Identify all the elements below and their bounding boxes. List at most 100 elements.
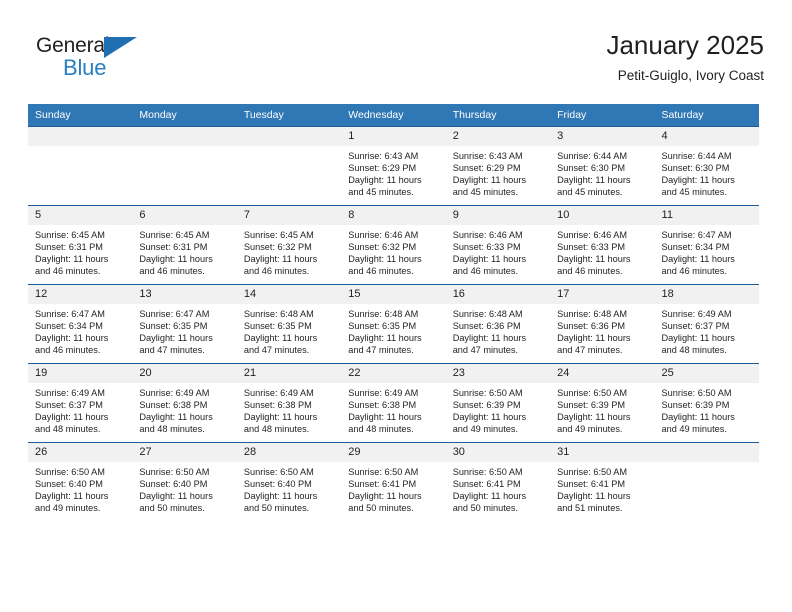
day-number — [654, 443, 759, 462]
daylight-duration-line1: Daylight: 11 hours — [557, 333, 631, 344]
sunrise-time: Sunrise: 6:47 AM — [139, 309, 210, 319]
daylight-duration-line2: and 46 minutes. — [661, 266, 727, 277]
calendar-empty-cell — [132, 126, 237, 206]
day-number — [236, 127, 342, 146]
day-number: 27 — [132, 443, 237, 462]
day-number: 11 — [654, 206, 759, 225]
day-details: Sunrise: 6:47 AM Sunset: 6:35 PM Daylight:… — [132, 304, 236, 356]
calendar-day-cell[interactable]: 2 Sunrise: 6:43 AM Sunset: 6:29 PM Daylight… — [445, 126, 551, 206]
daylight-duration-line2: and 51 minutes. — [557, 503, 623, 514]
daylight-duration-line2: and 47 minutes. — [243, 345, 310, 356]
day-number: 12 — [28, 285, 133, 304]
calendar-day-cell[interactable]: 22 Sunrise: 6:49 AM Sunset: 6:38 PM Dayligh… — [341, 363, 446, 443]
day-number: 18 — [654, 285, 759, 304]
calendar-day-cell[interactable]: 31 Sunrise: 6:50 AM Sunset: 6:41 PM Dayligh… — [550, 442, 655, 521]
calendar-day-cell[interactable]: 15 Sunrise: 6:48 AM Sunset: 6:35 PM Dayligh… — [341, 284, 446, 364]
daylight-duration-line2: and 48 minutes. — [139, 424, 205, 435]
sunrise-sunset-calendar: Sunday Monday Tuesday Wednesday Thursday… — [28, 104, 759, 521]
day-number: 10 — [550, 206, 655, 225]
calendar-day-cell[interactable]: 30 Sunrise: 6:50 AM Sunset: 6:41 PM Dayligh… — [445, 442, 551, 521]
calendar-body: 1 Sunrise: 6:43 AM Sunset: 6:29 PM Daylight… — [28, 126, 759, 521]
day-details: Sunrise: 6:45 AM Sunset: 6:31 PM Daylight:… — [132, 225, 236, 277]
daylight-duration-line2: and 45 minutes. — [557, 187, 623, 198]
calendar-day-cell[interactable]: 6 Sunrise: 6:45 AM Sunset: 6:31 PM Daylight… — [132, 205, 237, 285]
calendar-day-cell[interactable]: 3 Sunrise: 6:44 AM Sunset: 6:30 PM Daylight… — [550, 126, 655, 206]
sunset-time: Sunset: 6:30 PM — [557, 163, 626, 174]
calendar-day-cell[interactable]: 1 Sunrise: 6:43 AM Sunset: 6:29 PM Daylight… — [341, 126, 446, 206]
calendar-day-cell[interactable]: 21 Sunrise: 6:49 AM Sunset: 6:38 PM Dayligh… — [236, 363, 342, 443]
sunrise-time: Sunrise: 6:50 AM — [452, 467, 523, 477]
sunrise-time: Sunrise: 6:44 AM — [557, 151, 628, 161]
calendar-day-cell[interactable]: 19 Sunrise: 6:49 AM Sunset: 6:37 PM Dayligh… — [28, 363, 133, 443]
day-details: Sunrise: 6:46 AM Sunset: 6:33 PM Daylight:… — [446, 225, 550, 277]
day-number: 9 — [445, 206, 551, 225]
day-number: 13 — [132, 285, 237, 304]
day-number: 4 — [654, 127, 759, 146]
day-number: 17 — [550, 285, 655, 304]
daylight-duration-line1: Daylight: 11 hours — [348, 333, 422, 344]
daylight-duration-line2: and 50 minutes. — [243, 503, 310, 514]
sunrise-time: Sunrise: 6:49 AM — [243, 388, 314, 398]
day-number — [132, 127, 237, 146]
daylight-duration-line2: and 45 minutes. — [452, 187, 519, 198]
daylight-duration-line2: and 47 minutes. — [348, 345, 414, 356]
calendar-day-cell[interactable]: 20 Sunrise: 6:49 AM Sunset: 6:38 PM Dayligh… — [132, 363, 237, 443]
calendar-day-cell[interactable]: 11 Sunrise: 6:47 AM Sunset: 6:34 PM Dayligh… — [654, 205, 759, 285]
day-details: Sunrise: 6:43 AM Sunset: 6:29 PM Daylight:… — [341, 146, 445, 198]
calendar-day-cell[interactable]: 17 Sunrise: 6:48 AM Sunset: 6:36 PM Dayligh… — [550, 284, 655, 364]
sunrise-time: Sunrise: 6:46 AM — [557, 230, 628, 240]
day-number: 15 — [341, 285, 446, 304]
day-details: Sunrise: 6:50 AM Sunset: 6:40 PM Daylight:… — [28, 462, 132, 514]
daylight-duration-line1: Daylight: 11 hours — [452, 333, 527, 344]
daylight-duration-line1: Daylight: 11 hours — [35, 491, 109, 502]
calendar-day-cell[interactable]: 4 Sunrise: 6:44 AM Sunset: 6:30 PM Daylight… — [654, 126, 759, 206]
daylight-duration-line2: and 48 minutes. — [348, 424, 414, 435]
day-details: Sunrise: 6:50 AM Sunset: 6:39 PM Daylight:… — [655, 383, 759, 435]
daylight-duration-line1: Daylight: 11 hours — [348, 254, 422, 265]
sunset-time: Sunset: 6:36 PM — [452, 321, 521, 332]
day-details: Sunrise: 6:48 AM Sunset: 6:35 PM Daylight:… — [237, 304, 341, 356]
calendar-day-cell[interactable]: 27 Sunrise: 6:50 AM Sunset: 6:40 PM Dayligh… — [132, 442, 237, 521]
sunrise-time: Sunrise: 6:46 AM — [348, 230, 419, 240]
calendar-page: General Blue January 2025 Petit-Guiglo, … — [0, 0, 792, 612]
calendar-day-cell[interactable]: 13 Sunrise: 6:47 AM Sunset: 6:35 PM Dayligh… — [132, 284, 237, 364]
calendar-day-cell[interactable]: 12 Sunrise: 6:47 AM Sunset: 6:34 PM Dayligh… — [28, 284, 133, 364]
daylight-duration-line1: Daylight: 11 hours — [243, 412, 318, 423]
daylight-duration-line1: Daylight: 11 hours — [139, 254, 213, 265]
day-details: Sunrise: 6:49 AM Sunset: 6:38 PM Daylight:… — [237, 383, 341, 435]
calendar-day-cell[interactable]: 8 Sunrise: 6:46 AM Sunset: 6:32 PM Daylight… — [341, 205, 446, 285]
calendar-day-cell[interactable]: 23 Sunrise: 6:50 AM Sunset: 6:39 PM Dayligh… — [445, 363, 551, 443]
general-blue-logo[interactable]: General Blue — [36, 34, 166, 86]
calendar-day-cell[interactable]: 5 Sunrise: 6:45 AM Sunset: 6:31 PM Daylight… — [28, 205, 133, 285]
daylight-duration-line1: Daylight: 11 hours — [139, 333, 213, 344]
calendar-day-cell[interactable]: 24 Sunrise: 6:50 AM Sunset: 6:39 PM Dayligh… — [550, 363, 655, 443]
calendar-week-row: 1 Sunrise: 6:43 AM Sunset: 6:29 PM Daylight… — [28, 126, 759, 206]
page-header: General Blue January 2025 Petit-Guiglo, … — [28, 28, 764, 98]
sunset-time: Sunset: 6:35 PM — [243, 321, 312, 332]
day-number: 8 — [341, 206, 446, 225]
day-number: 29 — [341, 443, 446, 462]
day-number: 24 — [550, 364, 655, 383]
calendar-day-cell[interactable]: 10 Sunrise: 6:46 AM Sunset: 6:33 PM Dayligh… — [550, 205, 655, 285]
calendar-week-row: 5 Sunrise: 6:45 AM Sunset: 6:31 PM Daylight… — [28, 205, 759, 285]
daylight-duration-line2: and 46 minutes. — [35, 345, 101, 356]
calendar-day-cell[interactable]: 25 Sunrise: 6:50 AM Sunset: 6:39 PM Dayligh… — [654, 363, 759, 443]
calendar-day-cell[interactable]: 18 Sunrise: 6:49 AM Sunset: 6:37 PM Dayligh… — [654, 284, 759, 364]
sunset-time: Sunset: 6:35 PM — [348, 321, 417, 332]
calendar-day-cell[interactable]: 14 Sunrise: 6:48 AM Sunset: 6:35 PM Dayligh… — [236, 284, 342, 364]
daylight-duration-line1: Daylight: 11 hours — [35, 333, 109, 344]
day-number: 21 — [236, 364, 342, 383]
day-number: 3 — [550, 127, 655, 146]
sunset-time: Sunset: 6:40 PM — [243, 479, 312, 490]
calendar-day-cell[interactable]: 16 Sunrise: 6:48 AM Sunset: 6:36 PM Dayligh… — [445, 284, 551, 364]
calendar-day-cell[interactable]: 26 Sunrise: 6:50 AM Sunset: 6:40 PM Dayligh… — [28, 442, 133, 521]
calendar-day-cell[interactable]: 29 Sunrise: 6:50 AM Sunset: 6:41 PM Dayligh… — [341, 442, 446, 521]
calendar-day-cell[interactable]: 7 Sunrise: 6:45 AM Sunset: 6:32 PM Daylight… — [236, 205, 342, 285]
sunrise-time: Sunrise: 6:48 AM — [557, 309, 628, 319]
daylight-duration-line1: Daylight: 11 hours — [243, 254, 318, 265]
calendar-day-cell[interactable]: 9 Sunrise: 6:46 AM Sunset: 6:33 PM Daylight… — [445, 205, 551, 285]
daylight-duration-line2: and 46 minutes. — [139, 266, 205, 277]
day-number: 25 — [654, 364, 759, 383]
sunrise-time: Sunrise: 6:49 AM — [661, 309, 732, 319]
calendar-day-cell[interactable]: 28 Sunrise: 6:50 AM Sunset: 6:40 PM Dayligh… — [236, 442, 342, 521]
